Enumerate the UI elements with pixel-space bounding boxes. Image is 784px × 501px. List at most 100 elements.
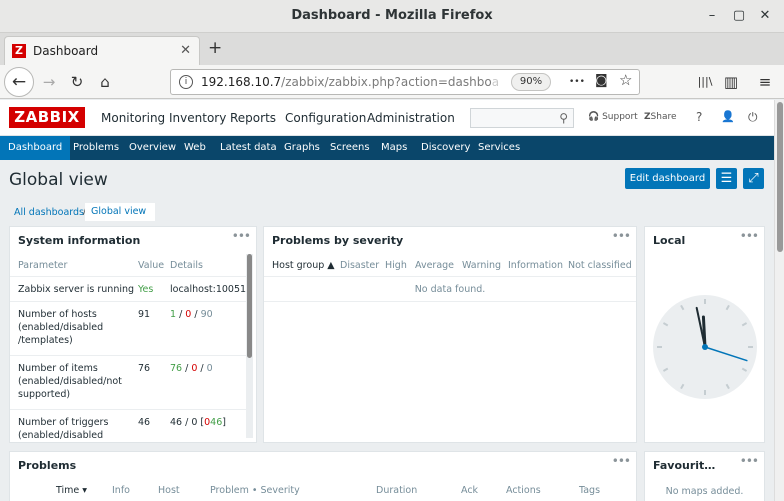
- sidebar-icon[interactable]: ▥: [720, 71, 742, 93]
- widget-menu-icon[interactable]: •••: [740, 454, 759, 468]
- analog-clock: [653, 295, 757, 399]
- sysinfo-param: Zabbix server is running: [18, 284, 135, 295]
- col-header-info: Info: [112, 485, 130, 496]
- sysinfo-param: Number of triggers (enabled/disabled: [18, 417, 109, 441]
- home-button[interactable]: ⌂: [94, 71, 116, 93]
- submenu-overview[interactable]: Overview: [129, 142, 176, 153]
- widget-scrollbar-thumb[interactable]: [247, 254, 252, 358]
- widget-menu-icon[interactable]: •••: [612, 229, 631, 243]
- sysinfo-details: 76 / 0 / 0: [170, 363, 213, 374]
- library-icon[interactable]: |||\: [694, 71, 716, 93]
- widget-title: Problems: [18, 459, 77, 472]
- submenu-dashboard[interactable]: Dashboard: [0, 136, 71, 160]
- bookmark-star-icon[interactable]: ☆: [619, 71, 632, 89]
- menu-monitoring[interactable]: Monitoring: [101, 111, 165, 125]
- share-link[interactable]: ZShare: [644, 112, 677, 122]
- sysinfo-value: 76: [138, 363, 151, 374]
- logout-icon[interactable]: ⏻: [748, 110, 758, 125]
- page-scrollbar-thumb[interactable]: [777, 102, 783, 252]
- col-header-ack: Ack: [461, 485, 479, 496]
- submenu-discovery[interactable]: Discovery: [421, 142, 470, 153]
- window-titlebar: Dashboard - Mozilla Firefox – ▢ ✕: [0, 0, 784, 33]
- col-header-host: Host: [158, 485, 180, 496]
- row-divider: [10, 276, 246, 277]
- widget-favourite-maps: Favourit… ••• No maps added.: [644, 451, 765, 501]
- headset-icon: 🎧: [588, 112, 600, 122]
- widget-menu-icon[interactable]: •••: [612, 454, 631, 468]
- sysinfo-details: 46 / 0 [046]: [170, 417, 226, 428]
- minimize-icon[interactable]: –: [704, 8, 720, 24]
- monitoring-submenu: Dashboard Problems Overview Web Latest d…: [0, 136, 774, 160]
- submenu-problems[interactable]: Problems: [73, 142, 119, 153]
- page-scrollbar[interactable]: [774, 100, 784, 501]
- page-actions-icon[interactable]: •••: [569, 77, 585, 87]
- user-profile-icon[interactable]: 👤: [721, 110, 735, 123]
- row-divider: [10, 355, 246, 356]
- global-search-input[interactable]: ⚲: [470, 108, 574, 128]
- submenu-latest-data[interactable]: Latest data: [220, 142, 277, 153]
- search-icon[interactable]: ⚲: [559, 111, 568, 125]
- submenu-web[interactable]: Web: [184, 142, 206, 153]
- zabbix-logo[interactable]: ZABBIX: [9, 107, 85, 128]
- clock-center-pin: [702, 344, 708, 350]
- breadcrumb-global-view[interactable]: Global view: [85, 203, 155, 221]
- browser-toolbar: ← → ↻ ⌂ i 192.168.10.7/zabbix/zabbix.php…: [0, 65, 784, 99]
- reload-button[interactable]: ↻: [66, 71, 88, 93]
- widget-title: System information: [18, 234, 141, 247]
- submenu-maps[interactable]: Maps: [381, 142, 407, 153]
- col-header-duration: Duration: [376, 485, 418, 496]
- col-header-average: Average: [415, 260, 455, 271]
- menu-reports[interactable]: Reports: [230, 111, 276, 125]
- submenu-services[interactable]: Services: [478, 142, 520, 153]
- fullscreen-icon[interactable]: ⤢: [743, 168, 764, 189]
- widget-problems: Problems ••• Time ▾ Info Host Problem • …: [9, 451, 637, 501]
- widget-menu-icon[interactable]: •••: [740, 229, 759, 243]
- menu-icon[interactable]: ≡: [754, 71, 776, 93]
- forward-button[interactable]: →: [38, 71, 60, 93]
- col-header-warning: Warning: [462, 260, 502, 271]
- zabbix-favicon-icon: Z: [12, 44, 26, 58]
- menu-inventory[interactable]: Inventory: [169, 111, 226, 125]
- widget-system-information: System information ••• Parameter Value D…: [9, 226, 257, 443]
- pocket-icon[interactable]: ◙: [595, 73, 608, 88]
- widget-problems-by-severity: Problems by severity ••• Host group ▲ Di…: [263, 226, 637, 443]
- back-button[interactable]: ←: [4, 67, 34, 97]
- col-header-parameter: Parameter: [18, 260, 68, 271]
- maximize-icon[interactable]: ▢: [731, 8, 747, 24]
- sysinfo-value: 46: [138, 417, 151, 428]
- sysinfo-details: localhost:10051: [170, 284, 247, 295]
- sysinfo-param: Number of hosts (enabled/disabled /templ…: [18, 309, 104, 346]
- widget-local-clock: Local •••: [644, 226, 765, 443]
- col-header-host-group[interactable]: Host group ▲: [272, 260, 335, 271]
- sysinfo-param: Number of items (enabled/disabled/not su…: [18, 363, 122, 400]
- support-link[interactable]: 🎧 Support: [588, 112, 638, 122]
- row-divider: [264, 301, 636, 302]
- col-header-problem-severity: Problem • Severity: [210, 485, 300, 496]
- row-divider: [10, 409, 246, 410]
- close-window-icon[interactable]: ✕: [757, 8, 773, 24]
- edit-dashboard-button[interactable]: Edit dashboard: [625, 168, 710, 189]
- submenu-graphs[interactable]: Graphs: [284, 142, 320, 153]
- browser-tab-dashboard[interactable]: Z Dashboard ✕: [4, 36, 200, 65]
- close-tab-icon[interactable]: ✕: [180, 43, 191, 58]
- col-header-time[interactable]: Time ▾: [56, 485, 87, 496]
- help-icon[interactable]: ?: [696, 110, 702, 124]
- menu-administration[interactable]: Administration: [367, 111, 455, 125]
- dashboard-list-icon[interactable]: ☰: [716, 168, 737, 189]
- window-title: Dashboard - Mozilla Firefox: [291, 8, 493, 23]
- url-bar[interactable]: i 192.168.10.7/zabbix/zabbix.php?action=…: [170, 69, 640, 95]
- col-header-details: Details: [170, 260, 203, 271]
- sysinfo-value: 91: [138, 309, 151, 320]
- url-text: 192.168.10.7/zabbix/zabbix.php?action=da…: [201, 75, 500, 89]
- col-header-disaster: Disaster: [340, 260, 380, 271]
- site-info-icon[interactable]: i: [179, 75, 193, 89]
- widget-menu-icon[interactable]: •••: [232, 229, 251, 243]
- breadcrumb-all-dashboards[interactable]: All dashboards: [14, 207, 84, 218]
- sysinfo-details: 1 / 0 / 90: [170, 309, 213, 320]
- no-data-message: No data found.: [414, 284, 486, 295]
- menu-configuration[interactable]: Configuration: [285, 111, 366, 125]
- new-tab-button[interactable]: +: [208, 38, 222, 58]
- zoom-level-badge[interactable]: 90%: [511, 73, 551, 91]
- submenu-screens[interactable]: Screens: [330, 142, 370, 153]
- zabbix-header: ZABBIX Monitoring Inventory Reports Conf…: [0, 100, 774, 136]
